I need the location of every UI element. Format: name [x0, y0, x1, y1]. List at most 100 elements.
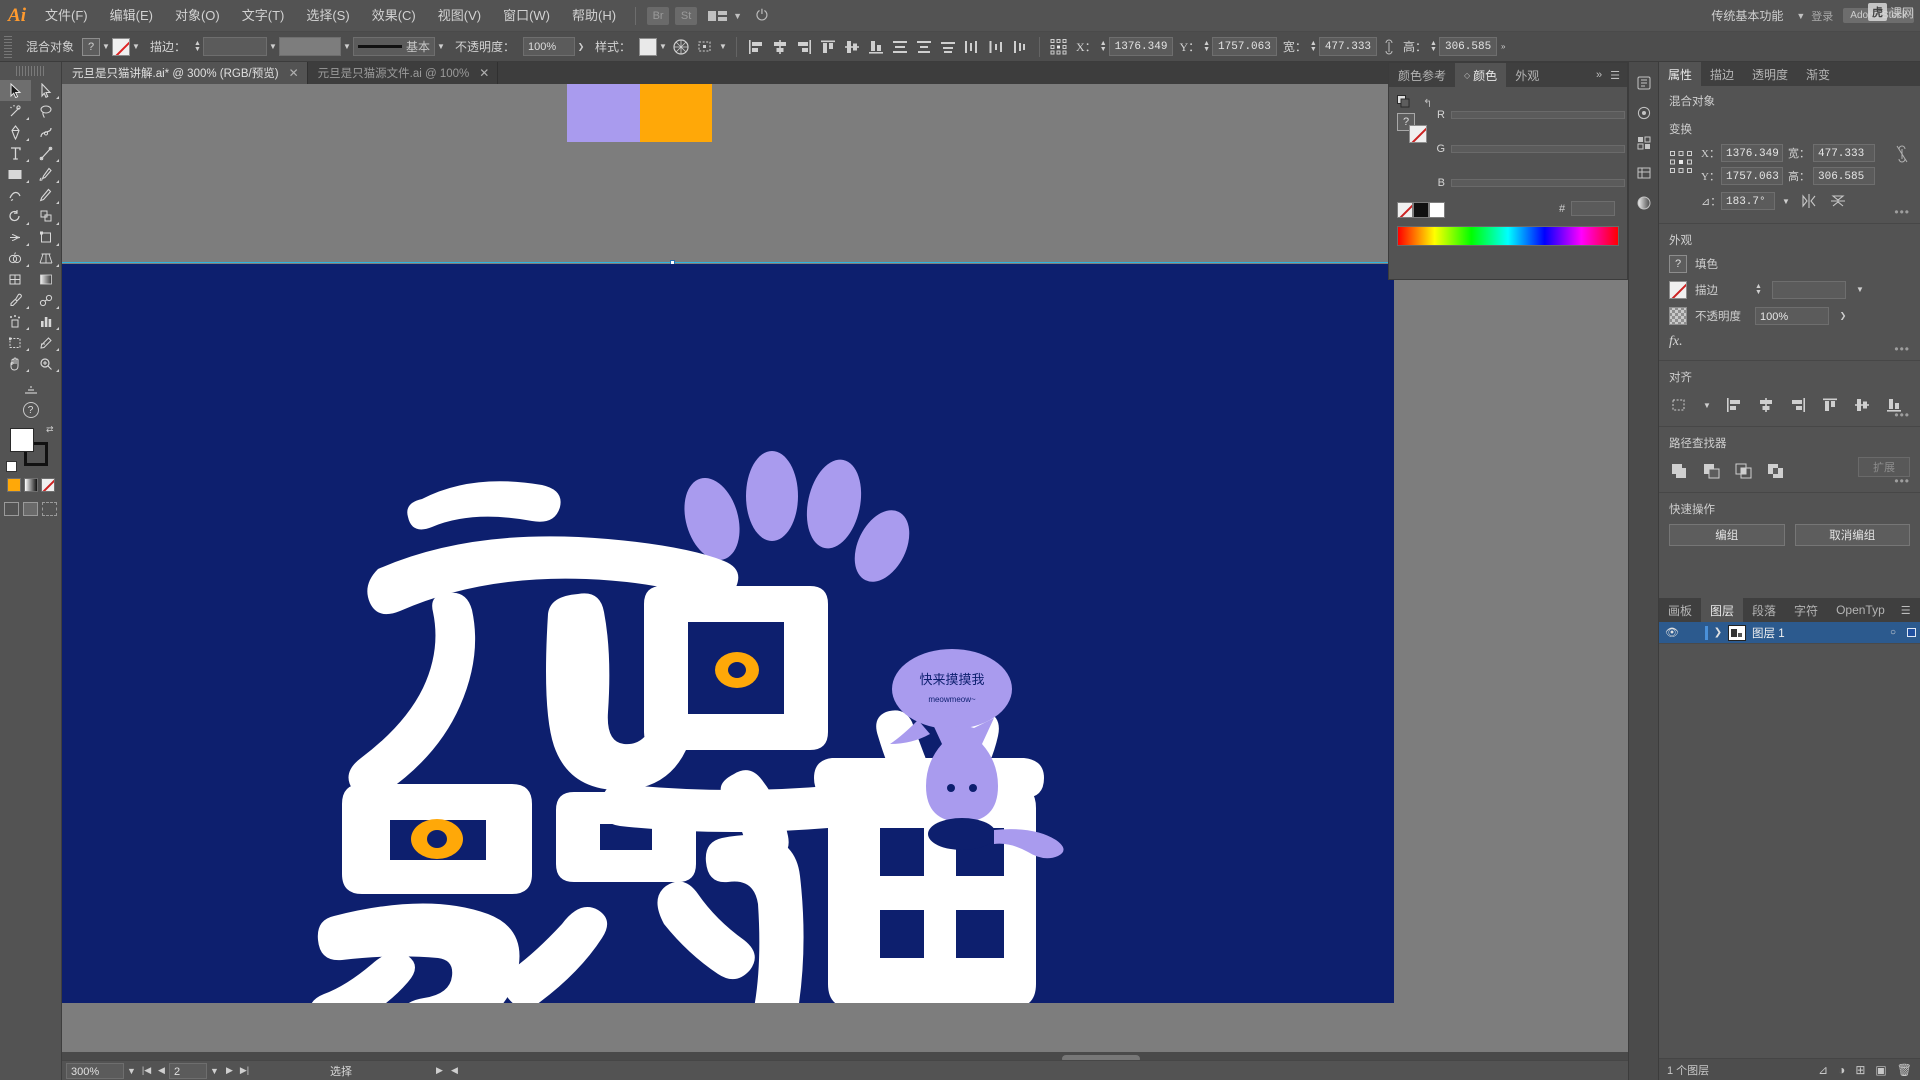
- flip-horizontal-icon[interactable]: [1798, 190, 1820, 212]
- opacity-expand-icon[interactable]: ❯: [1837, 306, 1849, 325]
- tools-panel-grip[interactable]: [15, 66, 46, 76]
- gradient-button[interactable]: [23, 478, 38, 492]
- artboard[interactable]: 快来摸摸我 meowmeow~: [62, 264, 1394, 1003]
- distribute-top-icon[interactable]: [889, 36, 911, 58]
- magic-wand-tool[interactable]: [0, 101, 31, 122]
- align-top-icon[interactable]: [817, 36, 839, 58]
- zoom-chevron-down-icon[interactable]: ▼: [124, 1063, 139, 1079]
- default-fill-stroke-icon[interactable]: [5, 461, 17, 472]
- distribute-right-icon[interactable]: [1009, 36, 1031, 58]
- color-button[interactable]: [6, 478, 21, 492]
- status-prev-icon[interactable]: ◀: [447, 1063, 462, 1079]
- perspective-grid-tool[interactable]: [31, 248, 62, 269]
- screen-mode-presentation-icon[interactable]: [42, 502, 57, 516]
- align-center-horizontal-icon[interactable]: [1755, 394, 1777, 416]
- menu-file[interactable]: 文件(F): [34, 0, 99, 32]
- hand-tool[interactable]: [0, 353, 31, 374]
- reference-point-selector[interactable]: [1669, 150, 1693, 174]
- group-button[interactable]: 编组: [1669, 524, 1785, 546]
- make-clipping-mask-icon[interactable]: ◑: [1838, 1063, 1845, 1077]
- workspace-chevron-down-icon[interactable]: ▼: [1796, 11, 1805, 21]
- variable-width-profile[interactable]: [278, 37, 341, 56]
- constrain-proportions-icon[interactable]: [1378, 36, 1400, 58]
- menu-help[interactable]: 帮助(H): [561, 0, 627, 32]
- swap-arrows-icon[interactable]: ↰: [1423, 97, 1432, 110]
- align-center-vertical-icon[interactable]: [1851, 394, 1873, 416]
- screen-mode-full-icon[interactable]: [23, 502, 38, 516]
- stroke-weight-field[interactable]: [202, 37, 267, 56]
- menu-type[interactable]: 文字(T): [231, 0, 296, 32]
- distribute-left-icon[interactable]: [961, 36, 983, 58]
- panel-overflow-icon[interactable]: »: [1596, 69, 1602, 81]
- brushes-icon[interactable]: [1629, 98, 1659, 128]
- selection-tool[interactable]: [0, 80, 31, 101]
- align-left-icon[interactable]: [745, 36, 767, 58]
- menu-edit[interactable]: 编辑(E): [99, 0, 164, 32]
- align-left-icon[interactable]: [1723, 394, 1745, 416]
- menu-effect[interactable]: 效果(C): [361, 0, 427, 32]
- tab-layers[interactable]: 图层: [1701, 598, 1744, 622]
- shape-builder-tool[interactable]: [0, 248, 31, 269]
- props-x-field[interactable]: 1376.349: [1721, 144, 1783, 162]
- stroke-weight-chevron-down-icon[interactable]: ▼: [267, 37, 279, 56]
- symbol-sprayer-tool[interactable]: [0, 311, 31, 332]
- brush-chevron-down-icon[interactable]: ▼: [435, 37, 447, 56]
- height-stepper[interactable]: ▲ ▼: [1430, 40, 1437, 53]
- rectangle-tool[interactable]: [0, 164, 31, 185]
- screen-mode-normal-icon[interactable]: [4, 502, 19, 516]
- close-icon[interactable]: ✕: [289, 67, 299, 79]
- tab-artboards[interactable]: 画板: [1659, 598, 1702, 622]
- create-sublayer-icon[interactable]: ⊞: [1855, 1063, 1865, 1077]
- ungroup-button[interactable]: 取消编组: [1794, 524, 1910, 546]
- distribute-center-icon[interactable]: [913, 36, 935, 58]
- zoom-tool[interactable]: [31, 353, 62, 374]
- pathfinder-more-options[interactable]: •••: [1894, 474, 1910, 488]
- swatch-none[interactable]: [1397, 202, 1413, 218]
- delete-layer-icon[interactable]: 🗑: [1897, 1063, 1912, 1077]
- arrange-documents-icon[interactable]: [708, 9, 728, 23]
- lasso-tool[interactable]: [31, 101, 62, 122]
- target-circle-icon[interactable]: ○: [1884, 627, 1902, 638]
- align-right-icon[interactable]: [793, 36, 815, 58]
- channel-g-slider[interactable]: [1451, 145, 1625, 153]
- tab-color[interactable]: ◇ 颜色: [1455, 63, 1507, 87]
- brush-definition[interactable]: 基本: [352, 37, 435, 56]
- align-to-chevron-down-icon[interactable]: ▼: [1701, 396, 1713, 415]
- tab-paragraph[interactable]: 段落: [1743, 598, 1786, 622]
- stroke-chevron-down-icon[interactable]: ▼: [130, 37, 142, 56]
- free-transform-tool[interactable]: [31, 227, 62, 248]
- none-button[interactable]: [40, 478, 55, 492]
- document-tab-secondary[interactable]: 元旦是只猫源文件.ai @ 100% ✕: [307, 62, 499, 84]
- create-new-layer-icon[interactable]: ▣: [1875, 1063, 1886, 1077]
- status-next-icon[interactable]: ▶: [432, 1063, 447, 1079]
- pathfinder-intersect-icon[interactable]: [1733, 460, 1755, 482]
- zoom-level-field[interactable]: 300%: [66, 1062, 124, 1079]
- edit-toolbar-icon[interactable]: [0, 384, 61, 396]
- props-width-field[interactable]: 477.333: [1813, 144, 1875, 162]
- document-tab-active[interactable]: 元旦是只猫讲解.ai* @ 300% (RGB/预览) ✕: [62, 62, 308, 84]
- stroke-weight-stepper[interactable]: ▲ ▼: [194, 40, 201, 53]
- line-segment-tool[interactable]: [31, 143, 62, 164]
- appearance-more-options[interactable]: •••: [1894, 342, 1910, 356]
- blend-tool[interactable]: [31, 290, 62, 311]
- bridge-icon[interactable]: Br: [647, 6, 670, 25]
- layer-row[interactable]: 👁 ❯ 图层 1 ○: [1659, 622, 1920, 644]
- tab-properties[interactable]: 属性: [1659, 62, 1702, 86]
- paintbrush-tool[interactable]: [31, 164, 62, 185]
- appearance-stroke-swatch[interactable]: [1669, 280, 1687, 299]
- props-y-field[interactable]: 1757.063: [1721, 167, 1783, 185]
- help-icon[interactable]: ?: [22, 402, 39, 418]
- y-stepper[interactable]: ▲ ▼: [1203, 40, 1210, 53]
- props-angle-field[interactable]: 183.7°: [1721, 192, 1775, 210]
- align-center-vertical-icon[interactable]: [841, 36, 863, 58]
- panel-menu-icon[interactable]: ☰: [1901, 604, 1911, 617]
- tab-gradient[interactable]: 渐变: [1797, 62, 1840, 86]
- stroke-weight-stepper[interactable]: ▲ ▼: [1755, 283, 1762, 296]
- appearance-stroke-field[interactable]: [1771, 280, 1846, 299]
- x-stepper[interactable]: ▲ ▼: [1100, 40, 1107, 53]
- width-profile-chevron-down-icon[interactable]: ▼: [341, 37, 353, 56]
- appearance-opacity-field[interactable]: 100%: [1755, 306, 1829, 325]
- cc-libraries-icon[interactable]: ⏻: [756, 7, 768, 24]
- align-to-selection-icon[interactable]: [1669, 394, 1691, 416]
- align-right-icon[interactable]: [1787, 394, 1809, 416]
